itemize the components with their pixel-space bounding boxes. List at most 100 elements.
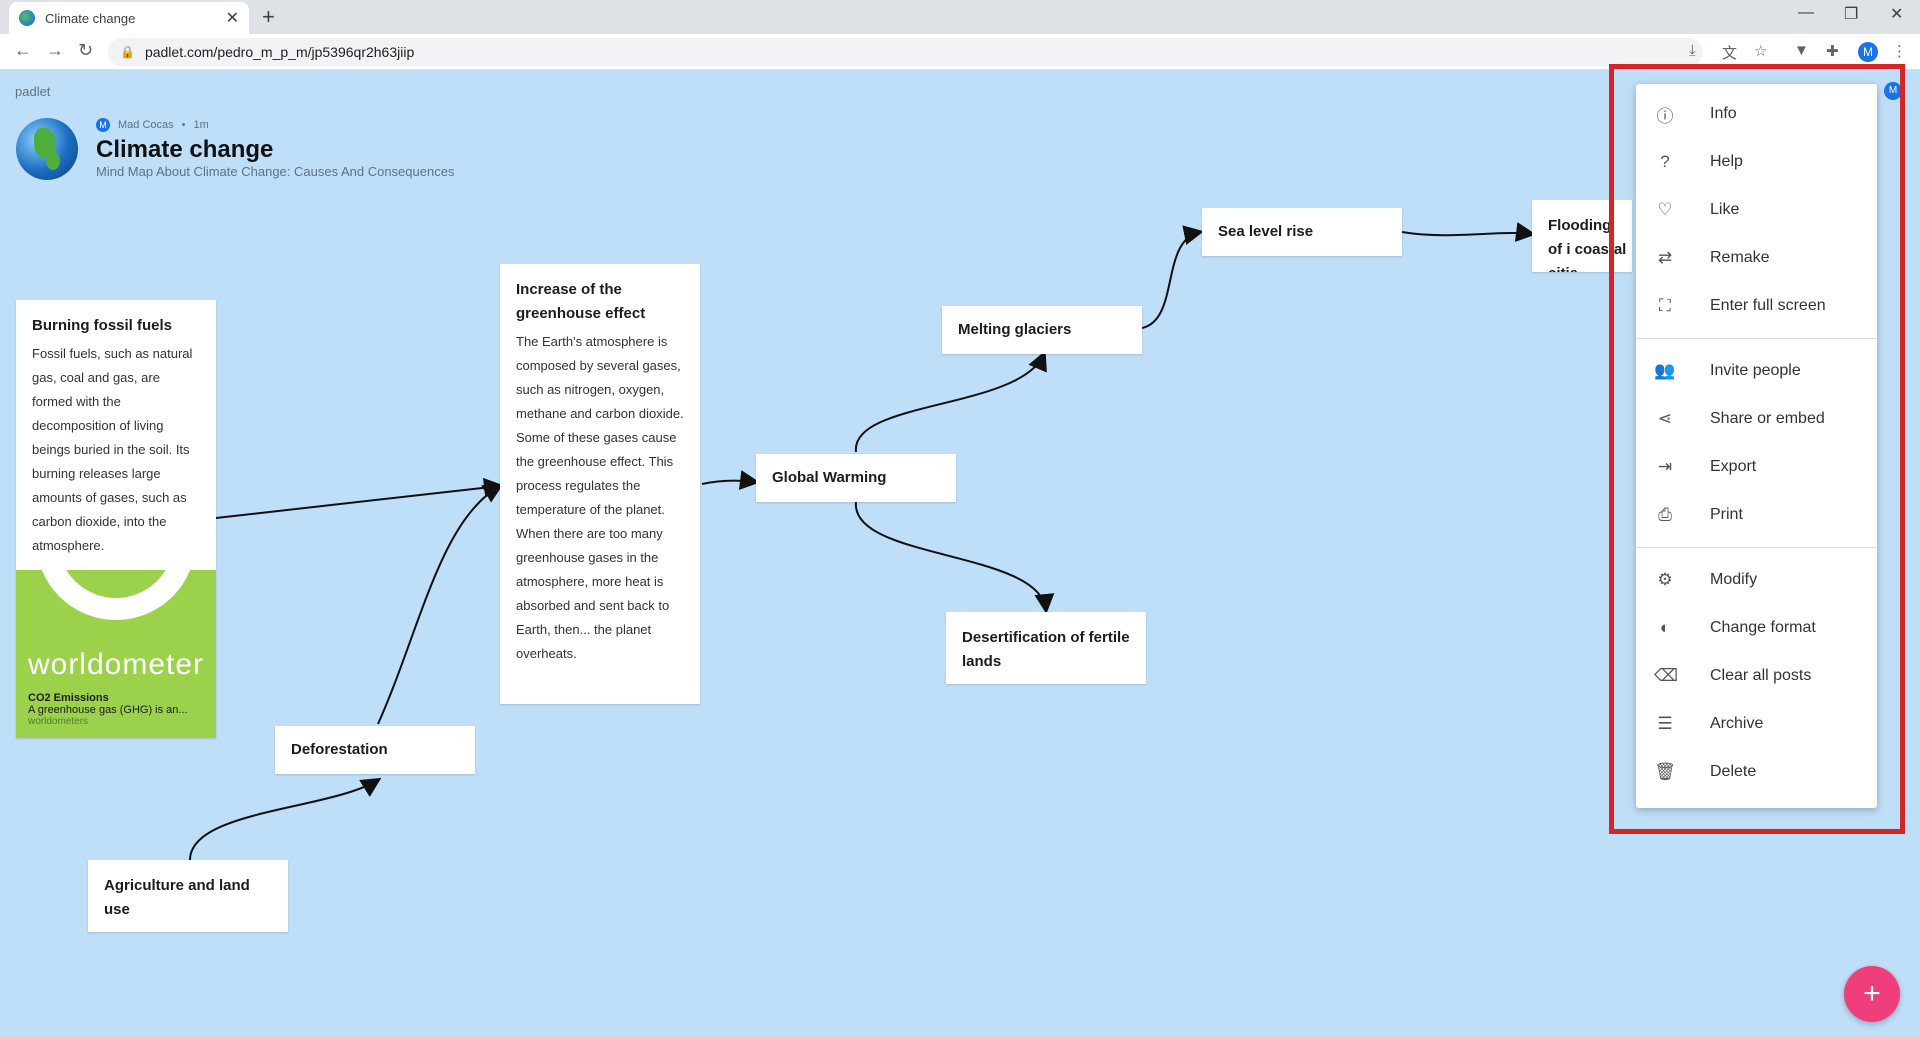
menu-item-label: Clear all posts [1710, 667, 1812, 684]
new-tab-icon[interactable]: + [262, 4, 275, 30]
menu-item-label: Export [1710, 458, 1757, 475]
invite-icon: 👥 [1654, 361, 1676, 380]
edge-greenhouse-warming [701, 470, 760, 490]
card-global-warming[interactable]: Global Warming [756, 454, 956, 502]
remake-icon: ⇄ [1657, 248, 1673, 267]
browser-tabbar: Climate change ✕ + — ❐ ✕ [0, 0, 1920, 34]
edge-burning-greenhouse [215, 477, 504, 519]
link-attachment[interactable]: worldometer CO2 Emissions A greenhouse g… [16, 570, 216, 738]
menu-item-label: Share or embed [1710, 410, 1825, 427]
close-tab-icon[interactable]: ✕ [226, 8, 239, 28]
trash-icon: 🗑 [1654, 762, 1676, 781]
menu-item-help[interactable]: ? Help [1636, 138, 1877, 186]
help-icon: ? [1660, 152, 1670, 171]
menu-item-label: Modify [1710, 571, 1758, 588]
menu-item-change-format[interactable]: ◐ Change format [1636, 604, 1877, 652]
menu-item-label: Invite people [1710, 362, 1801, 379]
author-line: M Mad Cocas • 1m [96, 118, 209, 132]
edge-agriculture-deforestation [189, 777, 382, 861]
url-text: padlet.com/pedro_m_p_m/jp5396qr2h63jiip [144, 44, 415, 60]
menu-item-label: Delete [1710, 763, 1757, 780]
menu-item-label: Archive [1710, 715, 1764, 732]
star-icon[interactable]: ☆ [1754, 42, 1767, 60]
card-title: Increase of the greenhouse effect [516, 281, 646, 322]
extension-icon[interactable]: ▼ [1794, 42, 1809, 59]
close-window-icon[interactable]: ✕ [1890, 4, 1903, 24]
card-agriculture[interactable]: Agriculture and land use [88, 860, 288, 932]
menu-item-share[interactable]: ⋖ Share or embed [1636, 395, 1877, 443]
menu-item-fullscreen[interactable]: ⛶ Enter full screen [1636, 282, 1877, 330]
card-body: Fossil fuels, such as natural gas, coal … [32, 346, 193, 553]
menu-item-export[interactable]: ⇥ Export [1636, 443, 1877, 491]
address-bar[interactable]: 🔒 padlet.com/pedro_m_p_m/jp5396qr2h63jii… [108, 38, 1703, 66]
card-sea-level-rise[interactable]: Sea level rise [1202, 208, 1402, 256]
forward-icon[interactable]: → [46, 40, 64, 61]
card-deforestation[interactable]: Deforestation [275, 726, 475, 774]
card-title: Sea level rise [1218, 223, 1314, 240]
edge-sealevel-flooding [1401, 222, 1536, 242]
card-title: Desertification of fertile lands [962, 629, 1130, 670]
export-icon: ⇥ [1657, 457, 1673, 476]
menu-item-delete[interactable]: 🗑 Delete [1636, 748, 1877, 796]
attachment-desc: A greenhouse gas (GHG) is an... [28, 704, 188, 716]
reload-icon[interactable]: ↻ [78, 40, 93, 61]
share-icon: ⋖ [1657, 409, 1673, 428]
menu-item-like[interactable]: ♡ Like [1636, 186, 1877, 234]
menu-item-label: Help [1710, 153, 1743, 170]
edge-warming-desert [854, 501, 1055, 614]
menu-item-label: Print [1710, 506, 1743, 523]
edge-warming-melting [854, 350, 1047, 453]
tab-title: Climate change [45, 10, 136, 26]
install-icon[interactable]: ⤓ [1689, 42, 1696, 59]
separator-dot: • [181, 119, 186, 131]
menu-item-label: Change format [1710, 619, 1816, 636]
eraser-icon: ⌫ [1654, 666, 1679, 685]
restore-icon[interactable]: ❐ [1844, 4, 1858, 24]
card-greenhouse-effect[interactable]: Increase of the greenhouse effect The Ea… [500, 264, 700, 704]
translate-icon[interactable]: 文 [1722, 42, 1737, 63]
profile-avatar[interactable]: M [1858, 42, 1878, 62]
card-body: The Earth's atmosphere is composed by se… [516, 334, 684, 661]
menu-divider [1636, 547, 1877, 548]
card-title: Melting glaciers [958, 321, 1072, 338]
minimize-icon[interactable]: — [1798, 4, 1814, 22]
puzzle-icon[interactable]: ✚ [1826, 42, 1839, 60]
browser-tab[interactable]: Climate change ✕ [9, 2, 249, 34]
format-icon: ◐ [1659, 618, 1671, 637]
card-melting-glaciers[interactable]: Melting glaciers [942, 306, 1142, 354]
menu-item-print[interactable]: ⎙ Print [1636, 491, 1877, 539]
menu-item-remake[interactable]: ⇄ Remake [1636, 234, 1877, 282]
fullscreen-icon: ⛶ [1659, 296, 1671, 315]
print-icon: ⎙ [1658, 505, 1672, 524]
card-title: Burning fossil fuels [32, 317, 173, 334]
edge-deforestation-greenhouse [377, 484, 504, 725]
menu-item-archive[interactable]: ☰ Archive [1636, 700, 1877, 748]
add-post-button[interactable]: + [1844, 966, 1900, 1022]
gear-icon: ⚙ [1657, 570, 1673, 589]
author-avatar: M [96, 118, 110, 132]
menu-divider [1636, 338, 1877, 339]
card-title: Deforestation [291, 741, 388, 758]
lock-icon: 🔒 [120, 45, 135, 59]
menu-item-invite[interactable]: 👥 Invite people [1636, 347, 1877, 395]
attachment-logo-text: worldometer [27, 648, 205, 681]
globe-favicon-icon [19, 10, 35, 26]
back-icon[interactable]: ← [14, 40, 32, 61]
board-globe-icon [16, 118, 78, 180]
time-ago: 1m [193, 119, 209, 131]
author-name: Mad Cocas [118, 119, 174, 131]
padlet-logo[interactable]: padlet [15, 84, 50, 99]
menu-item-label: Enter full screen [1710, 297, 1826, 314]
kebab-menu-icon[interactable]: ⋮ [1892, 42, 1907, 60]
padlet-board: padlet M Mad Cocas • 1m Climate change M… [0, 64, 1920, 1038]
menu-item-label: Like [1710, 201, 1740, 218]
archive-icon: ☰ [1657, 714, 1673, 733]
menu-item-info[interactable]: ⓘ Info [1636, 90, 1877, 138]
info-icon: ⓘ [1656, 106, 1674, 126]
board-actions-menu: ⓘ Info ? Help ♡ Like ⇄ Remake ⛶ Enter full sc… [1636, 84, 1877, 808]
menu-item-clear-posts[interactable]: ⌫ Clear all posts [1636, 652, 1877, 700]
menu-item-label: Remake [1710, 249, 1770, 266]
menu-item-modify[interactable]: ⚙ Modify [1636, 556, 1877, 604]
menu-item-label: Info [1710, 105, 1737, 122]
card-desertification[interactable]: Desertification of fertile lands [946, 612, 1146, 684]
